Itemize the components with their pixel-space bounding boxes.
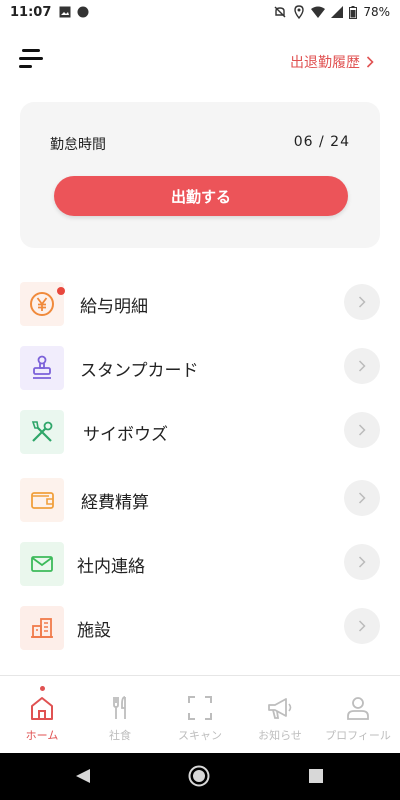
chevron-right-icon xyxy=(358,296,366,308)
chevron-right-icon xyxy=(358,492,366,504)
chevron-button[interactable] xyxy=(344,284,380,320)
tools-icon xyxy=(31,421,53,442)
wallet-icon xyxy=(31,492,54,509)
menu-item-label: スタンプカード xyxy=(80,361,199,381)
menu-item-label: サイボウズ xyxy=(83,425,168,445)
status-time: 11:07 xyxy=(10,4,52,20)
menu-item-cybozu[interactable]: サイボウズ xyxy=(0,406,400,462)
status-bar: 11:07 78% xyxy=(0,0,400,24)
chevron-right-icon xyxy=(358,620,366,632)
menu-item-expenses[interactable]: 経費精算 xyxy=(0,474,400,530)
chevron-button[interactable] xyxy=(344,544,380,580)
wifi-icon xyxy=(311,6,326,18)
menu-item-facilities[interactable]: 施設 xyxy=(0,602,400,658)
megaphone-icon xyxy=(268,698,292,719)
tab-label: ホーム xyxy=(25,729,59,742)
chevron-right-icon xyxy=(358,424,366,436)
tab-home[interactable]: ホーム xyxy=(2,676,82,754)
tab-cafeteria[interactable]: 社食 xyxy=(80,676,160,754)
chevron-button[interactable] xyxy=(344,480,380,516)
attendance-history-link[interactable]: 出退勤履歴 xyxy=(290,52,374,72)
chevron-right-icon xyxy=(358,360,366,372)
internal-notice-icon-box xyxy=(20,542,64,586)
attendance-date: 06 / 24 xyxy=(293,134,350,150)
attendance-time-label: 勤怠時間 xyxy=(50,137,106,153)
menu-item-label: 社内連絡 xyxy=(77,557,145,577)
active-indicator xyxy=(40,686,45,691)
clock-in-button[interactable]: 出勤する xyxy=(54,176,348,216)
building-icon xyxy=(31,618,53,638)
home-button-icon[interactable] xyxy=(188,765,210,787)
scan-icon xyxy=(188,696,212,720)
battery-icon xyxy=(349,5,358,19)
chevron-right-icon xyxy=(366,56,374,68)
image-icon xyxy=(59,6,71,18)
chevron-right-icon xyxy=(358,556,366,568)
notification-badge xyxy=(57,287,65,295)
menu-icon[interactable] xyxy=(18,48,44,70)
attendance-history-label: 出退勤履歴 xyxy=(290,55,360,71)
cutlery-icon xyxy=(113,696,126,719)
circle-icon xyxy=(77,6,89,18)
expenses-icon-box xyxy=(20,478,64,522)
attendance-card: 勤怠時間 06 / 24 出勤する xyxy=(20,102,380,248)
menu-item-internal-notice[interactable]: 社内連絡 xyxy=(0,538,400,594)
menu-item-stamp-card[interactable]: スタンプカード xyxy=(0,342,400,398)
tab-label: 社食 xyxy=(109,729,131,742)
cybozu-icon-box xyxy=(20,410,64,454)
recents-icon[interactable] xyxy=(308,768,324,784)
tab-notices[interactable]: お知らせ xyxy=(240,676,320,754)
stamp-icon xyxy=(33,355,51,379)
tab-label: スキャン xyxy=(178,729,222,742)
tab-label: プロフィール xyxy=(325,729,391,742)
mail-icon xyxy=(31,556,53,572)
chevron-button[interactable] xyxy=(344,608,380,644)
chevron-button[interactable] xyxy=(344,348,380,384)
back-icon[interactable] xyxy=(74,767,92,785)
facilities-icon-box xyxy=(20,606,64,650)
stamp-card-icon-box xyxy=(20,346,64,390)
bottom-navigation: ホーム 社食 スキャン お知らせ プロフィール xyxy=(0,675,400,753)
mute-icon xyxy=(274,6,286,18)
battery-percent: 78% xyxy=(363,5,390,19)
system-navigation-bar xyxy=(0,753,400,800)
chevron-button[interactable] xyxy=(344,412,380,448)
header: 出退勤履歴 xyxy=(0,40,400,80)
home-icon xyxy=(31,697,53,720)
signal-icon xyxy=(331,6,344,18)
menu-item-label: 経費精算 xyxy=(81,493,149,513)
tab-profile[interactable]: プロフィール xyxy=(318,676,398,754)
menu-item-label: 給与明細 xyxy=(80,297,148,317)
yen-icon xyxy=(30,292,54,316)
profile-icon xyxy=(347,697,369,720)
tab-scan[interactable]: スキャン xyxy=(160,676,240,754)
location-icon xyxy=(294,5,305,19)
menu-item-label: 施設 xyxy=(77,621,111,641)
tab-label: お知らせ xyxy=(258,729,302,742)
menu-item-payslip[interactable]: 給与明細 xyxy=(0,278,400,334)
